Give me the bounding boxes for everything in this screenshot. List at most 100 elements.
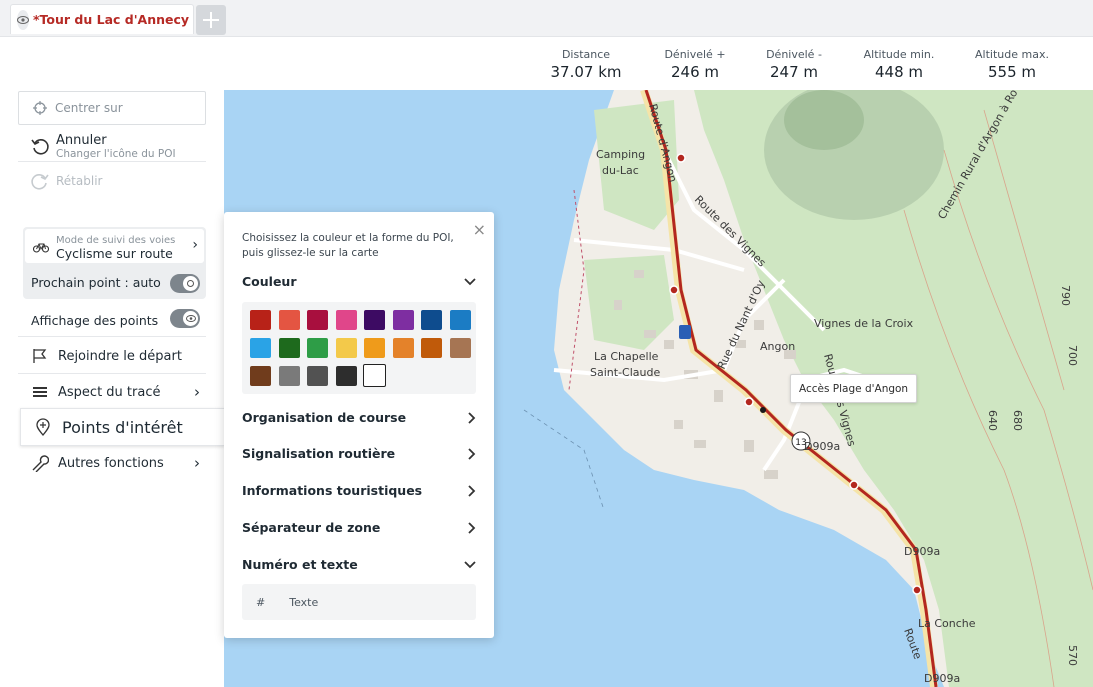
chevron-down-icon — [464, 277, 476, 285]
join-start-label: Rejoindre le départ — [58, 348, 182, 364]
close-icon[interactable]: × — [473, 220, 486, 239]
eye-icon — [185, 315, 196, 322]
undo-icon — [31, 139, 49, 155]
color-swatch[interactable] — [307, 310, 328, 330]
mode-value: Cyclisme sur route — [56, 246, 173, 261]
undo-label: Annuler — [56, 132, 107, 148]
route-waypoint[interactable] — [676, 153, 686, 163]
map-label-contour: 570 — [1066, 645, 1079, 666]
chevron-right-icon — [468, 411, 476, 424]
route-auto-icon — [187, 280, 194, 287]
next-point-label: Prochain point : auto — [31, 275, 161, 290]
undo-button[interactable]: Annuler Changer l'icône du POI — [18, 130, 206, 162]
color-section-header[interactable]: Couleur — [242, 274, 476, 289]
color-swatch[interactable] — [392, 310, 414, 330]
hash-symbol: # — [256, 595, 266, 609]
color-swatch[interactable] — [278, 366, 300, 386]
color-swatch[interactable] — [421, 310, 442, 330]
redo-icon — [31, 174, 49, 190]
map-label-camping: du-Lac — [602, 164, 639, 177]
number-text-field[interactable]: # Texte — [242, 584, 476, 620]
color-swatch[interactable] — [250, 366, 271, 386]
route-waypoint[interactable] — [849, 480, 859, 490]
color-swatch[interactable] — [335, 366, 357, 386]
stat-distance: Distance 37.07 km — [531, 48, 641, 81]
section-title: Séparateur de zone — [242, 520, 381, 535]
tab-tour[interactable]: *Tour du Lac d'Annecy × — [10, 4, 206, 34]
stat-elevation-loss: Dénivelé - 247 m — [739, 48, 849, 81]
chevron-right-icon — [468, 521, 476, 534]
section-zone-separator[interactable]: Séparateur de zone — [242, 520, 476, 535]
color-swatch[interactable] — [335, 310, 357, 330]
section-tourist-info[interactable]: Informations touristiques — [242, 483, 476, 498]
show-points-toggle[interactable] — [170, 309, 200, 328]
color-swatch[interactable] — [392, 338, 414, 358]
tab-bar: *Tour du Lac d'Annecy × — [0, 0, 1093, 37]
toggle-knob — [183, 311, 198, 326]
stat-altitude-max: Altitude max. 555 m — [957, 48, 1067, 81]
map-pin-plus-icon — [36, 418, 50, 436]
eye-icon[interactable] — [17, 9, 29, 30]
redo-button[interactable]: Rétablir — [18, 168, 206, 194]
map-label-conche: La Conche — [918, 617, 976, 630]
other-functions-button[interactable]: Autres fonctions › — [18, 448, 206, 478]
section-number-text[interactable]: Numéro et texte — [242, 557, 476, 572]
wrench-icon — [32, 455, 49, 472]
poi-intro-line: Choisissez la couleur et la forme du POI… — [242, 232, 454, 244]
color-swatch[interactable] — [364, 310, 385, 330]
poi-marker[interactable] — [760, 407, 766, 413]
section-race-organisation[interactable]: Organisation de course — [242, 410, 476, 425]
color-title: Couleur — [242, 274, 297, 289]
color-swatch[interactable] — [421, 338, 442, 358]
color-swatch[interactable] — [278, 310, 300, 330]
left-sidebar: Centrer sur Annuler Changer l'icône du P… — [0, 90, 225, 687]
tab-title: *Tour du Lac d'Annecy — [33, 12, 190, 27]
map-label-contour: 700 — [1066, 345, 1079, 366]
color-swatch[interactable] — [449, 310, 471, 330]
map-label-chapelle: Saint-Claude — [590, 366, 660, 379]
map-label-road-ref: D909a — [924, 672, 960, 685]
color-swatch[interactable] — [449, 338, 471, 358]
color-swatch[interactable] — [250, 310, 271, 330]
track-aspect-button[interactable]: Aspect du tracé › — [18, 377, 206, 407]
redo-label: Rétablir — [56, 174, 103, 188]
stat-label: Altitude max. — [975, 48, 1049, 61]
mode-sub: Mode de suivi des voies — [56, 235, 176, 246]
center-target-icon — [33, 101, 47, 115]
color-swatch[interactable] — [335, 338, 357, 358]
route-waypoint[interactable] — [744, 397, 754, 407]
stat-altitude-min: Altitude min. 448 m — [844, 48, 954, 81]
join-start-button[interactable]: Rejoindre le départ — [18, 341, 206, 371]
chevron-right-icon — [468, 447, 476, 460]
route-waypoint[interactable] — [669, 285, 679, 295]
stat-elevation-gain: Dénivelé + 246 m — [640, 48, 750, 81]
add-tab-button[interactable] — [196, 5, 226, 35]
next-point-toggle[interactable] — [170, 274, 200, 293]
other-functions-label: Autres fonctions — [58, 455, 164, 471]
center-on-button[interactable]: Centrer sur — [18, 91, 206, 125]
routing-mode-select[interactable]: Mode de suivi des voies Cyclisme sur rou… — [25, 229, 204, 263]
map-label-contour: 680 — [1011, 410, 1024, 431]
lines-icon — [33, 387, 47, 397]
divider — [18, 373, 206, 374]
stat-label: Distance — [561, 48, 611, 61]
points-of-interest-button[interactable]: Points d'intérêt — [20, 408, 225, 446]
color-swatch[interactable] — [250, 338, 271, 358]
chevron-right-icon: › — [194, 383, 200, 401]
route-waypoint[interactable] — [912, 585, 922, 595]
stat-value: 37.07 km — [550, 63, 622, 81]
poi-panel: × Choisissez la couleur et la forme du P… — [224, 212, 494, 638]
color-swatch[interactable] — [363, 364, 386, 387]
color-swatch[interactable] — [278, 338, 300, 358]
color-swatch[interactable] — [307, 338, 328, 358]
section-road-signs[interactable]: Signalisation routière — [242, 446, 476, 461]
mode-card: Mode de suivi des voies Cyclisme sur rou… — [23, 227, 206, 299]
section-title: Signalisation routière — [242, 446, 396, 461]
color-palette — [242, 302, 476, 394]
color-swatch[interactable] — [364, 338, 385, 358]
map-label-angon: Angon — [760, 340, 795, 353]
map-tooltip: Accès Plage d'Angon — [790, 374, 918, 403]
color-swatch[interactable] — [307, 366, 328, 386]
map-label-chapelle: La Chapelle — [594, 350, 659, 363]
chevron-right-icon: › — [194, 454, 200, 472]
